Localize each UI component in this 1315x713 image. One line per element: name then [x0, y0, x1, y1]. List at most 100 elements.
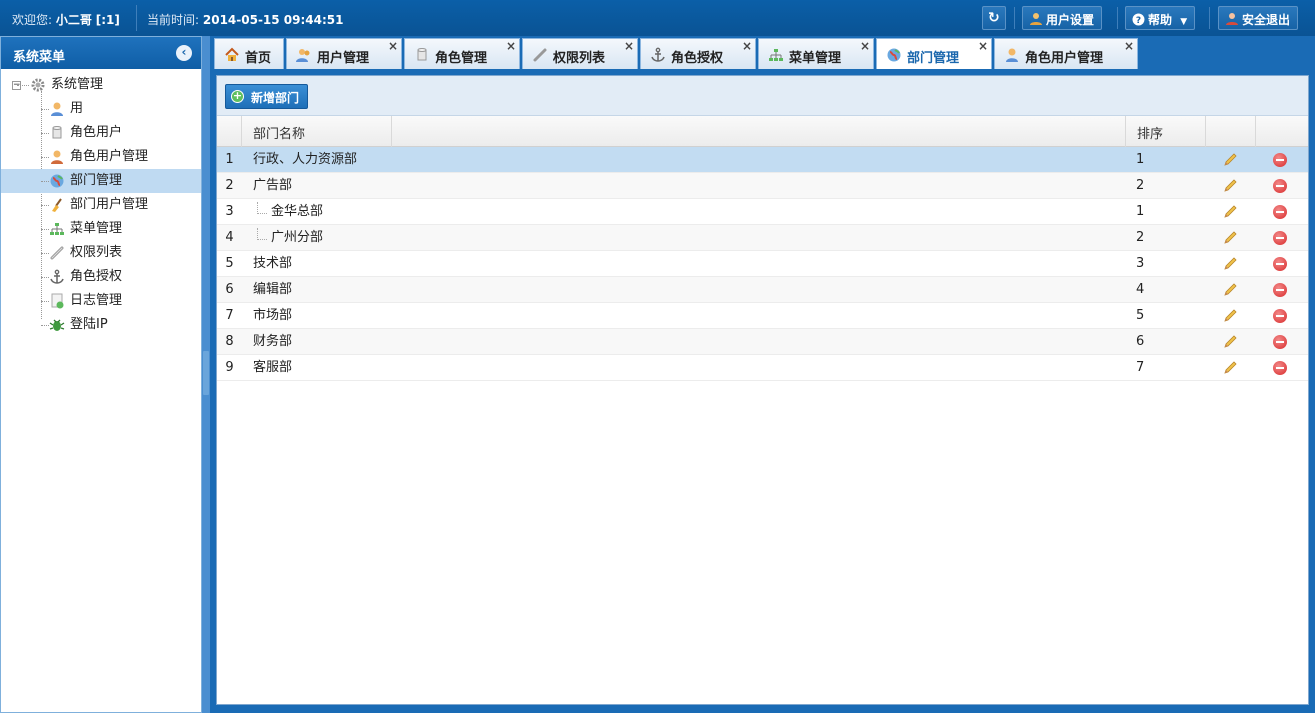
department-name: 技术部	[253, 256, 293, 271]
user-settings-button[interactable]: 用户设置	[1022, 6, 1103, 30]
tab-home[interactable]: 首页	[214, 38, 284, 69]
sidebar-item-menu-management[interactable]: 菜单管理	[1, 217, 201, 241]
delete-icon[interactable]	[1273, 257, 1287, 271]
collapse-sidebar-icon[interactable]: ‹	[176, 45, 192, 61]
user-tag: [:1]	[95, 13, 120, 27]
sort-order: 2	[1136, 178, 1145, 193]
close-icon[interactable]: ×	[506, 39, 516, 53]
tree-node-label: 系统管理	[51, 77, 104, 92]
sidebar-item-label: 登陆IP	[70, 317, 108, 332]
edit-icon[interactable]	[1222, 256, 1238, 272]
sidebar-item-department-user-management[interactable]: 部门用户管理	[1, 193, 201, 217]
help-button[interactable]: ? 帮助 ▼	[1125, 6, 1196, 30]
tab-permission-list[interactable]: 权限列表 ×	[522, 38, 638, 69]
logout-button[interactable]: 安全退出	[1218, 6, 1299, 30]
sidebar-item-label: 日志管理	[70, 293, 123, 308]
edit-icon[interactable]	[1222, 152, 1238, 168]
edit-icon[interactable]	[1222, 308, 1238, 324]
department-panel: + 新增部门 部门名称 排序 1 行政、人力资源部 1 2 广告部 2 3 金华总部 1 4 广州分…	[216, 75, 1309, 705]
row-number: 5	[225, 256, 234, 271]
welcome-text: 欢迎您: 小二哥 [:1]	[12, 11, 120, 28]
sidebar-header: 系统菜单 ‹	[1, 37, 201, 69]
delete-icon[interactable]	[1273, 231, 1287, 245]
sidebar-item-login-ip[interactable]: 登陆IP	[1, 313, 201, 337]
close-icon[interactable]: ×	[978, 39, 988, 53]
delete-icon[interactable]	[1273, 309, 1287, 323]
tab-role-authorization[interactable]: 角色授权 ×	[640, 38, 756, 69]
close-icon[interactable]: ×	[1124, 39, 1134, 53]
tab-department-management[interactable]: 部门管理 ×	[876, 38, 992, 69]
table-row[interactable]: 2 广告部 2	[217, 173, 1308, 199]
delete-icon[interactable]	[1273, 205, 1287, 219]
close-icon[interactable]: ×	[860, 39, 870, 53]
department-name: 广告部	[253, 178, 293, 193]
delete-icon[interactable]	[1273, 361, 1287, 375]
gear-icon	[30, 77, 46, 93]
broom-icon	[49, 197, 65, 213]
row-number: 2	[225, 178, 234, 193]
table-row[interactable]: 3 金华总部 1	[217, 199, 1308, 225]
sidebar-item-log-management[interactable]: 日志管理	[1, 289, 201, 313]
row-number: 6	[225, 282, 234, 297]
table-row[interactable]: 6 编辑部 4	[217, 277, 1308, 303]
delete-icon[interactable]	[1273, 153, 1287, 167]
header-sort[interactable]: 排序	[1126, 116, 1206, 147]
tab-label: 首页	[245, 51, 272, 66]
tab-menu-management[interactable]: 菜单管理 ×	[758, 38, 874, 69]
plus-icon: +	[231, 89, 244, 103]
cylinder-icon	[49, 125, 65, 141]
refresh-button[interactable]: ↻	[982, 6, 1006, 30]
close-icon[interactable]: ×	[624, 39, 634, 53]
table-row[interactable]: 8 财务部 6	[217, 329, 1308, 355]
edit-icon[interactable]	[1222, 230, 1238, 246]
sidebar-item-role-authorization[interactable]: 角色授权	[1, 265, 201, 289]
edit-icon[interactable]	[1222, 360, 1238, 376]
sidebar-item-label: 部门用户管理	[70, 197, 149, 212]
edit-icon[interactable]	[1222, 282, 1238, 298]
sidebar-item-label: 权限列表	[70, 245, 123, 260]
table-row[interactable]: 9 客服部 7	[217, 355, 1308, 381]
tab-role-user-management[interactable]: 角色用户管理 ×	[994, 38, 1138, 69]
table-row[interactable]: 5 技术部 3	[217, 251, 1308, 277]
close-icon[interactable]: ×	[742, 39, 752, 53]
delete-icon[interactable]	[1273, 335, 1287, 349]
splitter[interactable]	[202, 36, 210, 713]
time-label: 当前时间:	[147, 13, 200, 27]
table-row[interactable]: 1 行政、人力资源部 1	[217, 147, 1308, 173]
row-number: 7	[225, 308, 234, 323]
header-name[interactable]: 部门名称	[242, 116, 392, 147]
user-name: 小二哥	[55, 13, 92, 27]
table-row[interactable]: 4 广州分部 2	[217, 225, 1308, 251]
tree-connector	[257, 228, 267, 240]
user-manage-icon	[1004, 47, 1020, 63]
edit-icon[interactable]	[1222, 334, 1238, 350]
home-icon	[224, 47, 240, 63]
sidebar-item-department-management[interactable]: 部门管理	[1, 169, 201, 193]
sidebar-item-permission-list[interactable]: 权限列表	[1, 241, 201, 265]
close-icon[interactable]: ×	[388, 39, 398, 53]
delete-icon[interactable]	[1273, 283, 1287, 297]
sort-order: 1	[1136, 152, 1145, 167]
users-icon	[296, 47, 312, 63]
delete-icon[interactable]	[1273, 179, 1287, 193]
table-row[interactable]: 7 市场部 5	[217, 303, 1308, 329]
splitter-handle[interactable]	[203, 351, 209, 395]
edit-icon[interactable]	[1222, 204, 1238, 220]
header-edit	[1206, 116, 1256, 147]
edit-icon[interactable]	[1222, 178, 1238, 194]
sidebar-item-user[interactable]: 用	[1, 97, 201, 121]
tree-node-system-management[interactable]: − 系统管理	[1, 73, 201, 97]
refresh-icon: ↻	[988, 10, 1000, 26]
user-settings-label: 用户设置	[1046, 13, 1095, 27]
row-number: 9	[225, 360, 234, 375]
tab-label: 用户管理	[317, 51, 370, 66]
department-name: 财务部	[253, 334, 293, 349]
tab-role-management[interactable]: 角色管理 ×	[404, 38, 520, 69]
add-department-button[interactable]: + 新增部门	[225, 84, 309, 109]
department-name: 行政、人力资源部	[253, 152, 358, 167]
sidebar-item-role-user-management[interactable]: 角色用户管理	[1, 145, 201, 169]
header-spacer	[392, 116, 1126, 147]
sidebar-item-role-user[interactable]: 角色用户	[1, 121, 201, 145]
tab-user-management[interactable]: 用户管理 ×	[286, 38, 402, 69]
header-delete	[1256, 116, 1308, 147]
